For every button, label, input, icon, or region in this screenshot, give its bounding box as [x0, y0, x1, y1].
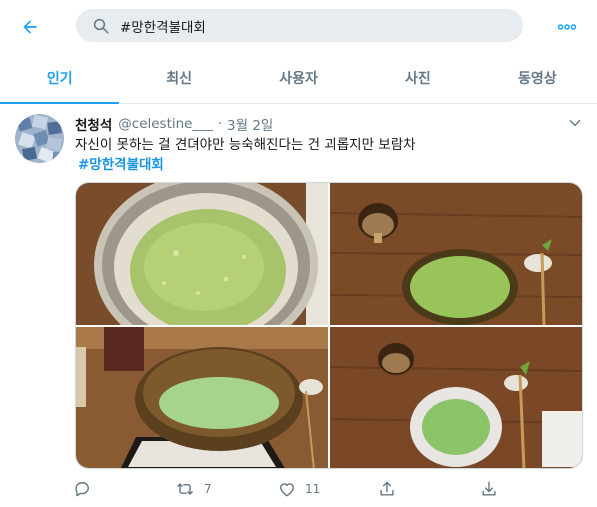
heart-icon — [280, 483, 294, 497]
tab-latest[interactable]: 최신 — [119, 53, 238, 103]
retweet-count: 7 — [204, 482, 212, 496]
like-button[interactable]: 11 — [277, 476, 320, 502]
photo-1[interactable] — [76, 183, 328, 325]
retweet-button[interactable]: 7 — [174, 476, 212, 502]
tab-people[interactable]: 사용자 — [239, 53, 358, 103]
tab-label: 동영상 — [518, 71, 557, 87]
media-grid — [75, 182, 583, 469]
avatar[interactable] — [15, 114, 64, 163]
download-icon — [482, 481, 496, 496]
avatar-image — [15, 114, 64, 163]
matcha-set-photo — [330, 183, 582, 325]
tab-top[interactable]: 인기 — [0, 53, 120, 104]
search-input[interactable] — [120, 9, 510, 42]
share-button[interactable] — [377, 476, 397, 502]
tweet[interactable]: 천청석 @celestine___ · 3월 2일 자신이 못하는 걸 견뎌야만… — [0, 104, 597, 507]
matcha-bowl-photo — [330, 327, 582, 468]
search-header — [0, 0, 597, 53]
search-box[interactable] — [76, 9, 523, 42]
matcha-bowl-photo — [76, 183, 328, 325]
arrow-left-icon — [23, 20, 37, 34]
tweet-text: 자신이 못하는 걸 견뎌야만 능숙해진다는 건 괴롭지만 보람차 — [75, 137, 416, 153]
chevron-down-icon — [569, 119, 581, 127]
retweet-icon — [176, 483, 194, 495]
photo-3[interactable] — [76, 327, 328, 468]
reply-icon — [75, 482, 89, 497]
user-handle[interactable]: @celestine___ — [118, 116, 212, 132]
tab-photos[interactable]: 사진 — [358, 53, 477, 103]
tab-label: 최신 — [166, 71, 192, 87]
back-button[interactable] — [12, 9, 48, 45]
like-count: 11 — [305, 482, 321, 496]
tab-label: 사진 — [405, 71, 431, 87]
reply-button[interactable] — [72, 476, 100, 502]
photo-4[interactable] — [330, 327, 582, 468]
more-options-button[interactable] — [549, 9, 585, 45]
display-name[interactable]: 천청석 — [75, 114, 112, 134]
more-horizontal-icon — [557, 24, 577, 30]
tweet-header: 천청석 @celestine___ · 3월 2일 — [75, 114, 273, 134]
download-button[interactable] — [479, 476, 499, 502]
separator-dot: · — [217, 116, 223, 132]
tweet-time[interactable]: 3월 2일 — [227, 114, 273, 134]
matcha-bowl-photo — [76, 327, 328, 468]
tab-label: 인기 — [46, 71, 73, 87]
search-tabs: 인기 최신 사용자 사진 동영상 — [0, 53, 597, 104]
photo-2[interactable] — [330, 183, 582, 325]
search-icon — [93, 18, 109, 34]
tweet-actions: 7 11 — [72, 476, 532, 502]
tweet-menu-button[interactable] — [564, 112, 586, 134]
tab-label: 사용자 — [279, 71, 318, 87]
share-icon — [380, 481, 394, 496]
hashtag-link[interactable]: #망한격불대회 — [78, 155, 164, 175]
tab-videos[interactable]: 동영상 — [478, 53, 597, 103]
